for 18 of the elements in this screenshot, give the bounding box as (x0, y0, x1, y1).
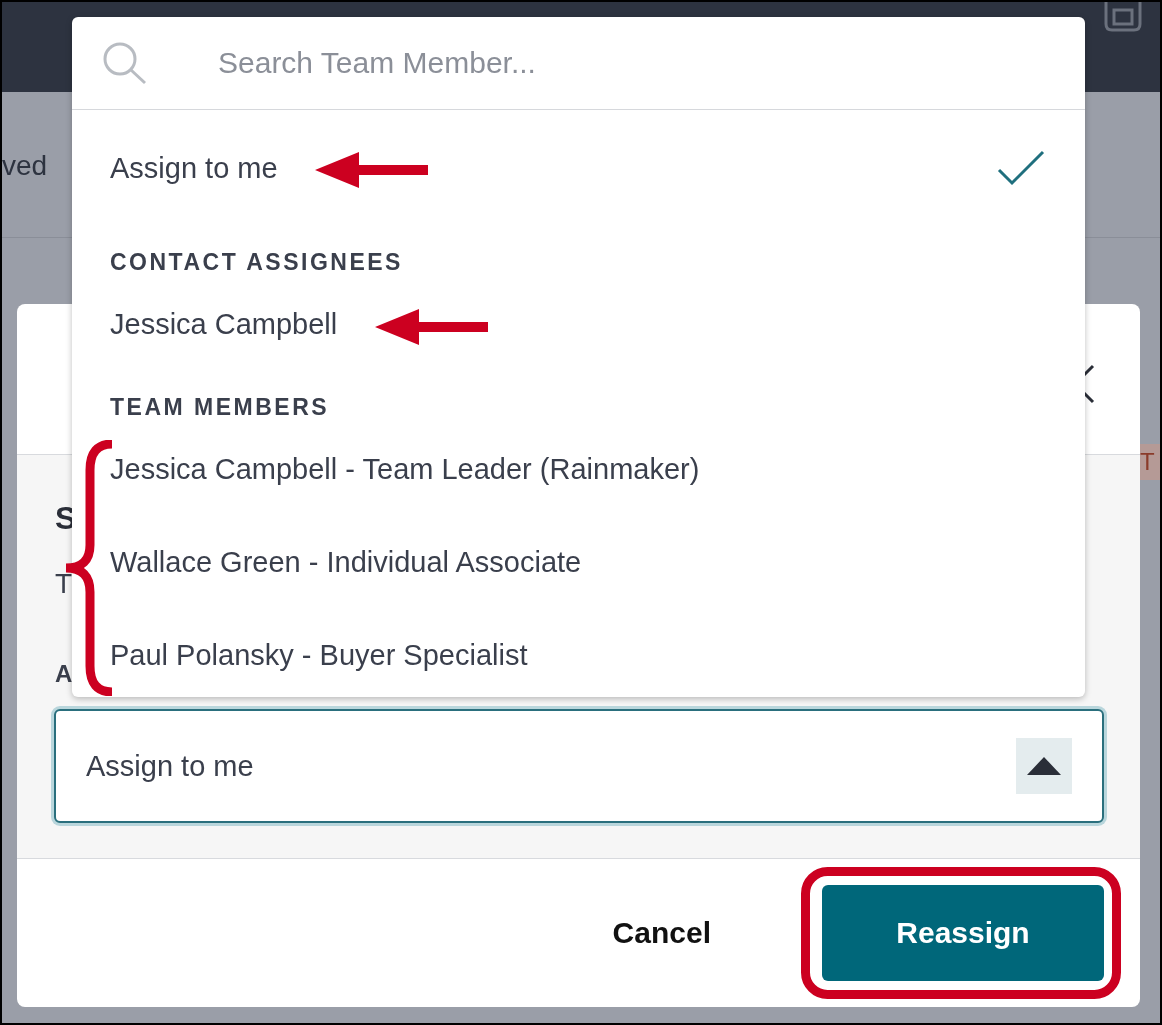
group-heading: TEAM MEMBERS (110, 393, 331, 422)
member-option[interactable]: Paul Polansky - Buyer Specialist (110, 609, 1047, 702)
assignee-select[interactable]: Assign to me (54, 709, 1104, 823)
member-option[interactable]: Wallace Green - Individual Associate (110, 516, 1047, 609)
caret-icon[interactable] (1016, 738, 1072, 794)
cancel-button[interactable]: Cancel (606, 915, 717, 951)
member-option[interactable]: Assign to me (110, 110, 1047, 226)
member-option[interactable]: Jessica Campbell - Team Leader (Rainmaker) (110, 423, 1047, 516)
field-label: A (55, 660, 73, 688)
group-heading: CONTACT ASSIGNEES (110, 248, 404, 277)
search-icon (102, 41, 148, 85)
search-field[interactable]: Search Team Member... (216, 45, 980, 81)
calendar-icon[interactable] (1102, 2, 1144, 32)
tab-label: ved (2, 150, 48, 182)
section-text: T (55, 568, 73, 600)
tag-label: T (1138, 444, 1160, 480)
member-option[interactable]: Jessica Campbell (110, 278, 1047, 371)
reassign-button[interactable]: Reassign (822, 885, 1104, 981)
